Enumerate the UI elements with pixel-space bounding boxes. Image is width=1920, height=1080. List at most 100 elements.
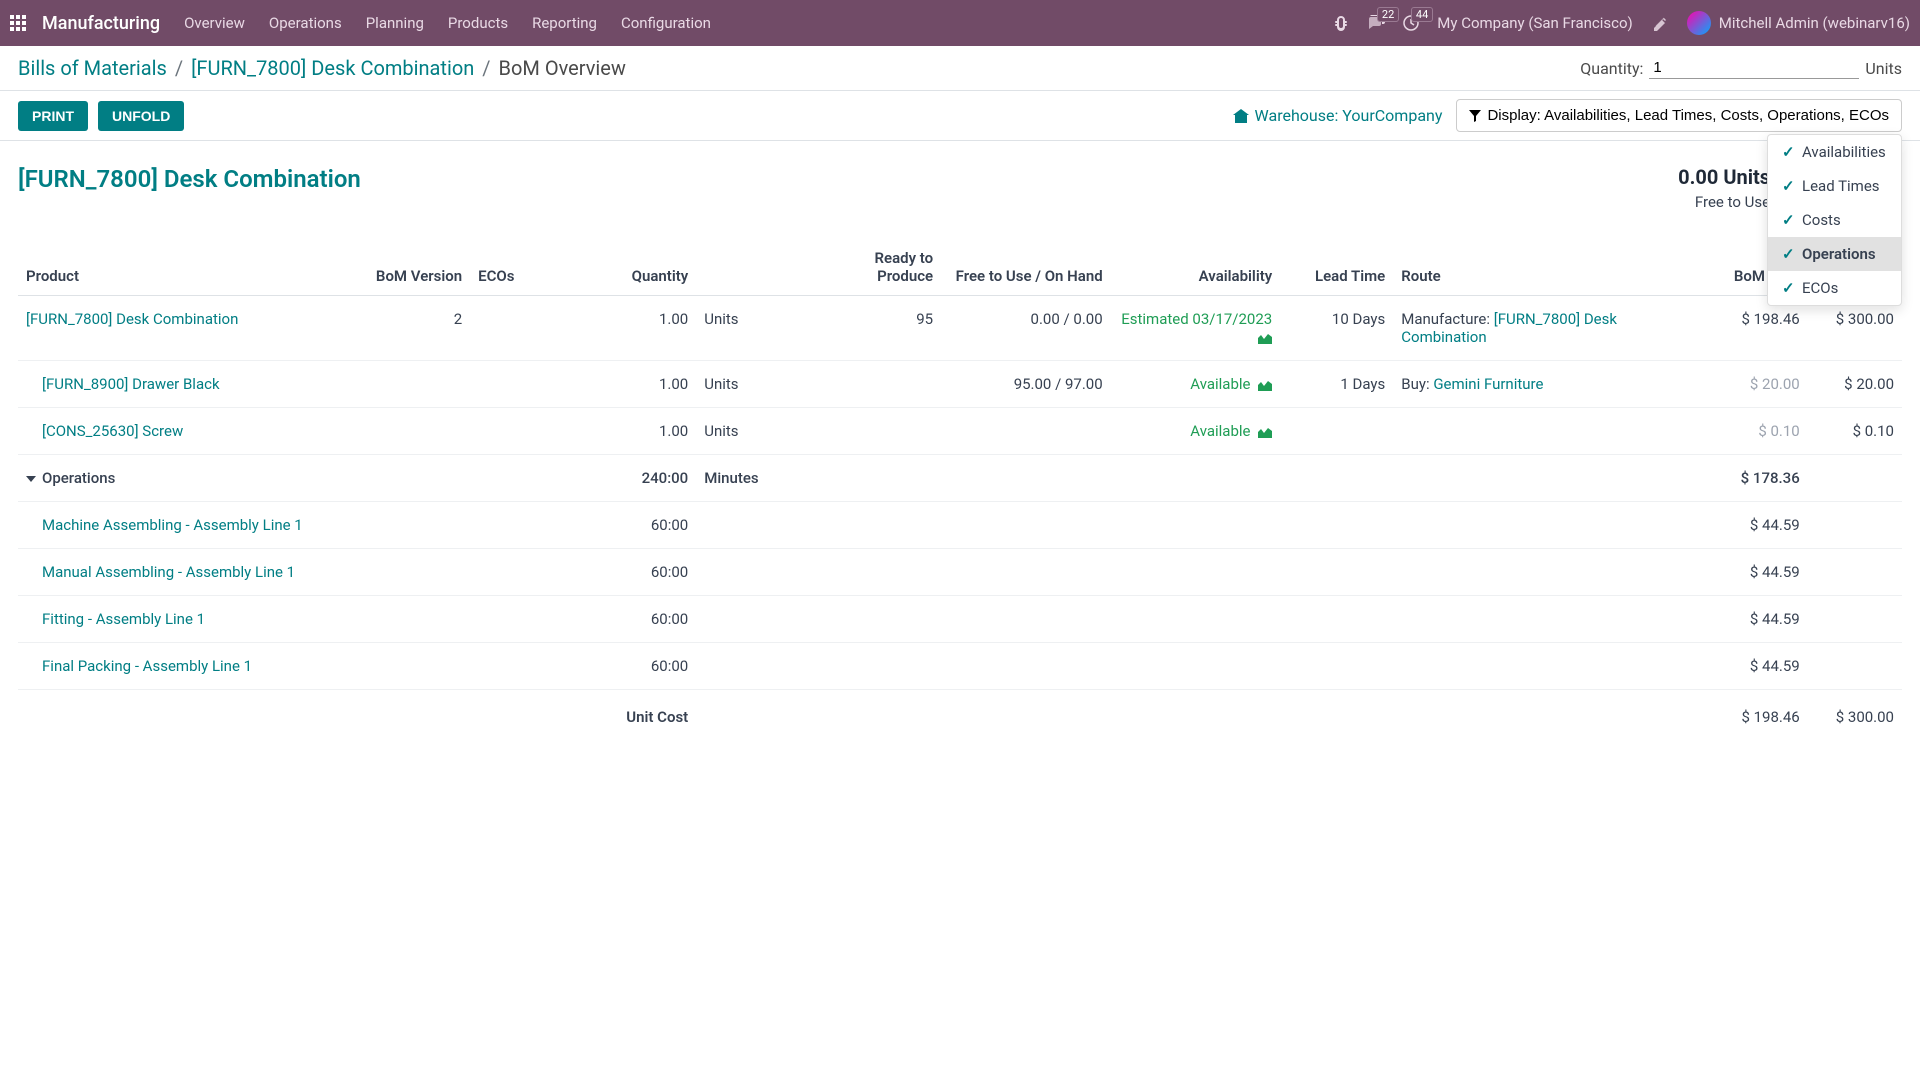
actions-right: Warehouse: YourCompany Display: Availabi…	[1233, 99, 1902, 132]
title-row: [FURN_7800] Desk Combination 0.00 Units F…	[18, 165, 1902, 211]
quantity-unit: Units	[1865, 59, 1902, 78]
operation-row: Manual Assembling - Assembly Line 160:00…	[18, 549, 1902, 596]
nav-item-overview[interactable]: Overview	[184, 14, 245, 32]
quantity-input[interactable]	[1649, 57, 1859, 79]
app-brand[interactable]: Manufacturing	[42, 13, 160, 34]
unfold-button[interactable]: UNFOLD	[98, 101, 184, 131]
page-title: [FURN_7800] Desk Combination	[18, 165, 361, 193]
bom-cost: $ 0.10	[1676, 408, 1808, 455]
breadcrumb-current: BoM Overview	[499, 56, 626, 80]
operation-row: Machine Assembling - Assembly Line 160:0…	[18, 502, 1902, 549]
col-availability: Availability	[1111, 239, 1281, 296]
quantity-block: Quantity: Units	[1580, 57, 1902, 79]
col-ready: Ready to Produce	[809, 239, 941, 296]
display-option-operations[interactable]: ✓Operations	[1768, 237, 1901, 271]
col-quantity: Quantity	[564, 239, 696, 296]
footer-label: Unit Cost	[564, 690, 696, 741]
table-body: [FURN_7800] Desk Combination21.00Units95…	[18, 296, 1902, 690]
content: [FURN_7800] Desk Combination 0.00 Units F…	[0, 141, 1920, 764]
company-selector[interactable]: My Company (San Francisco)	[1437, 14, 1632, 32]
nav-item-planning[interactable]: Planning	[366, 14, 424, 32]
display-option-availabilities[interactable]: ✓Availabilities	[1768, 135, 1901, 169]
operation-link[interactable]: Fitting - Assembly Line 1	[42, 610, 205, 628]
table-row: [CONS_25630] Screw1.00UnitsAvailable $ 0…	[18, 408, 1902, 455]
operation-row: Fitting - Assembly Line 160:00$ 44.59	[18, 596, 1902, 643]
display-option-costs[interactable]: ✓Costs	[1768, 203, 1901, 237]
user-menu[interactable]: Mitchell Admin (webinarv16)	[1687, 11, 1910, 35]
operation-link[interactable]: Machine Assembling - Assembly Line 1	[42, 516, 303, 534]
chart-area-icon	[1258, 332, 1272, 344]
avatar	[1687, 11, 1711, 35]
bom-table: Product BoM Version ECOs Quantity Ready …	[18, 239, 1902, 740]
breadcrumb-item[interactable]: [FURN_7800] Desk Combination	[191, 56, 474, 80]
operations-header-row[interactable]: Operations240:00Minutes$ 178.36	[18, 455, 1902, 502]
display-filter-label: Display: Availabilities, Lead Times, Cos…	[1487, 107, 1889, 124]
operation-row: Final Packing - Assembly Line 160:00$ 44…	[18, 643, 1902, 690]
activities-icon[interactable]: 44	[1403, 15, 1419, 31]
chart-area-icon	[1258, 379, 1272, 391]
operation-link[interactable]: Final Packing - Assembly Line 1	[42, 657, 252, 675]
display-filter-button[interactable]: Display: Availabilities, Lead Times, Cos…	[1456, 99, 1902, 132]
messages-icon[interactable]: 22	[1367, 15, 1385, 31]
breadcrumb-sep: /	[482, 56, 490, 80]
settings-icon[interactable]	[1651, 14, 1669, 32]
table-row: [FURN_8900] Drawer Black1.00Units95.00 /…	[18, 361, 1902, 408]
availability-status[interactable]: Available	[1190, 375, 1272, 393]
display-dropdown: ✓Availabilities✓Lead Times✓Costs✓Operati…	[1767, 134, 1902, 306]
availability-status[interactable]: Available	[1190, 422, 1272, 440]
product-link[interactable]: [CONS_25630] Screw	[42, 422, 183, 440]
user-name: Mitchell Admin (webinarv16)	[1719, 14, 1910, 32]
operation-link[interactable]: Manual Assembling - Assembly Line 1	[42, 563, 295, 581]
home-icon	[1233, 109, 1249, 123]
product-cost: $ 0.10	[1808, 408, 1902, 455]
check-icon: ✓	[1782, 245, 1794, 263]
nav-item-reporting[interactable]: Reporting	[532, 14, 597, 32]
actions-row: PRINT UNFOLD Warehouse: YourCompany Disp…	[0, 91, 1920, 141]
nav-menu: Overview Operations Planning Products Report…	[184, 14, 711, 32]
breadcrumb-root[interactable]: Bills of Materials	[18, 56, 167, 80]
footer-bom-cost: $ 198.46	[1676, 690, 1808, 741]
breadcrumb-sep: /	[175, 56, 183, 80]
nav-item-operations[interactable]: Operations	[269, 14, 342, 32]
col-ecos: ECOs	[470, 239, 564, 296]
route-link[interactable]: Gemini Furniture	[1433, 375, 1543, 393]
stat-label: Free to Use	[1678, 193, 1770, 211]
footer-product-cost: $ 300.00	[1808, 690, 1902, 741]
col-bom-version: BoM Version	[357, 239, 470, 296]
debug-icon[interactable]	[1333, 15, 1349, 31]
display-option-ecos[interactable]: ✓ECOs	[1768, 271, 1901, 305]
col-route: Route	[1393, 239, 1676, 296]
footer-row: Unit Cost $ 198.46 $ 300.00	[18, 690, 1902, 741]
display-option-lead-times[interactable]: ✓Lead Times	[1768, 169, 1901, 203]
apps-icon[interactable]	[10, 15, 26, 31]
availability-status[interactable]: Estimated 03/17/2023	[1121, 310, 1272, 346]
col-uom	[696, 239, 809, 296]
check-icon: ✓	[1782, 279, 1794, 297]
check-icon: ✓	[1782, 143, 1794, 161]
table-header-row: Product BoM Version ECOs Quantity Ready …	[18, 239, 1902, 296]
messages-badge: 22	[1377, 7, 1399, 22]
filter-icon	[1469, 110, 1481, 122]
quantity-label: Quantity:	[1580, 59, 1643, 78]
subheader: Bills of Materials / [FURN_7800] Desk Co…	[0, 46, 1920, 91]
breadcrumb: Bills of Materials / [FURN_7800] Desk Co…	[18, 56, 1570, 80]
activities-badge: 44	[1411, 7, 1433, 22]
col-product: Product	[18, 239, 357, 296]
caret-down-icon	[26, 476, 36, 482]
print-button[interactable]: PRINT	[18, 101, 88, 131]
nav-item-configuration[interactable]: Configuration	[621, 14, 711, 32]
warehouse-link[interactable]: Warehouse: YourCompany	[1233, 106, 1443, 125]
navbar-left: Manufacturing Overview Operations Planning…	[10, 13, 711, 34]
col-lead: Lead Time	[1280, 239, 1393, 296]
main-navbar: Manufacturing Overview Operations Planning…	[0, 0, 1920, 46]
nav-item-products[interactable]: Products	[448, 14, 508, 32]
col-free: Free to Use / On Hand	[941, 239, 1111, 296]
product-cost: $ 20.00	[1808, 361, 1902, 408]
navbar-right: 22 44 My Company (San Francisco) Mitchel…	[1333, 11, 1910, 35]
product-link[interactable]: [FURN_7800] Desk Combination	[26, 310, 238, 328]
stat-block: 0.00 Units Free to Use	[1678, 165, 1770, 211]
chart-area-icon	[1258, 426, 1272, 438]
stat-value: 0.00 Units	[1678, 165, 1770, 189]
product-link[interactable]: [FURN_8900] Drawer Black	[42, 375, 220, 393]
check-icon: ✓	[1782, 211, 1794, 229]
